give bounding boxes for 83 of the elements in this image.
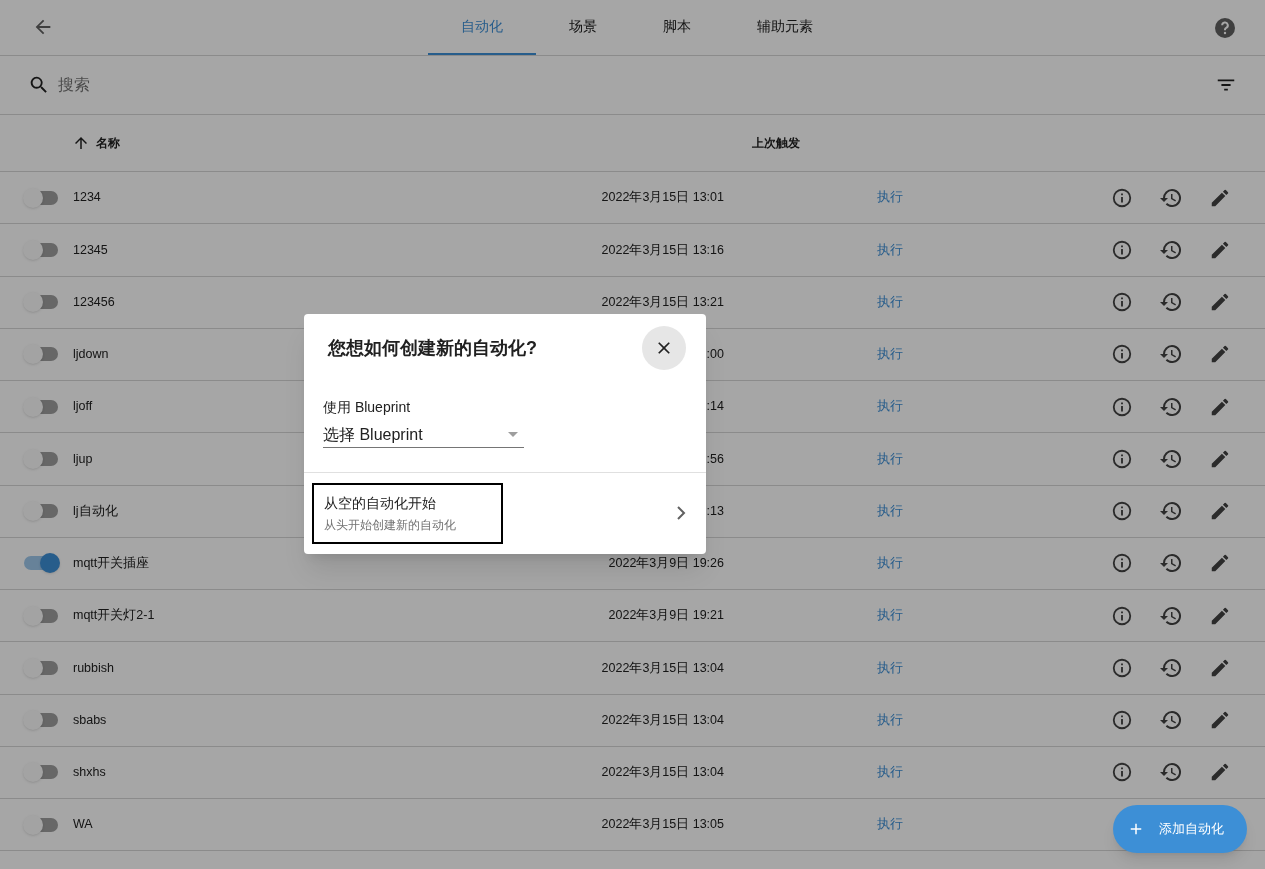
tab[interactable]: 辅助元素 bbox=[724, 0, 846, 55]
automation-name: 12345 bbox=[73, 241, 108, 259]
automation-name: ljup bbox=[73, 450, 93, 468]
last-triggered-time: :13 bbox=[706, 502, 724, 520]
last-triggered-time: 2022年3月15日 13:05 bbox=[601, 816, 724, 834]
info-icon[interactable] bbox=[1111, 343, 1133, 366]
info-icon[interactable] bbox=[1111, 552, 1133, 575]
search-icon bbox=[28, 74, 50, 96]
column-header[interactable]: 上次触发 bbox=[752, 134, 800, 152]
toggle-switch[interactable] bbox=[23, 187, 60, 208]
run-link[interactable]: 执行 bbox=[877, 606, 903, 625]
automation-name: lj自动化 bbox=[73, 502, 118, 520]
run-link[interactable]: 执行 bbox=[877, 501, 903, 521]
info-icon[interactable] bbox=[1111, 656, 1133, 679]
help-icon[interactable] bbox=[1213, 16, 1237, 40]
last-triggered-time: 2022年3月9日 19:26 bbox=[608, 555, 724, 572]
run-link[interactable]: 执行 bbox=[877, 449, 903, 469]
chevron-right-icon bbox=[676, 506, 686, 520]
toggle-switch[interactable] bbox=[23, 344, 60, 365]
tab[interactable]: 自动化 bbox=[428, 0, 536, 55]
info-icon[interactable] bbox=[1111, 395, 1133, 418]
last-triggered-time: :56 bbox=[706, 450, 724, 468]
automation-name: 123456 bbox=[73, 293, 115, 311]
automation-name: mqtt开关灯2-1 bbox=[73, 607, 155, 625]
run-link[interactable]: 执行 bbox=[877, 292, 903, 312]
info-icon[interactable] bbox=[1111, 238, 1133, 261]
dialog-title: 您想如何创建新的自动化? bbox=[328, 336, 537, 360]
info-icon[interactable] bbox=[1111, 186, 1133, 209]
info-icon[interactable] bbox=[1111, 500, 1133, 523]
toggle-switch[interactable] bbox=[23, 710, 60, 731]
info-icon[interactable] bbox=[1111, 291, 1133, 314]
start-option[interactable]: 从空的自动化开始 从头开始创建新的自动化 bbox=[304, 473, 706, 553]
automation-name: 1234 bbox=[73, 189, 101, 207]
automation-name: ljdown bbox=[73, 346, 109, 363]
run-link[interactable]: 执行 bbox=[877, 554, 903, 573]
automation-name: mqtt开关插座 bbox=[73, 555, 150, 572]
automation-name: ljoff bbox=[73, 398, 93, 416]
add-automation-button[interactable]: 添加自动化 bbox=[1113, 805, 1247, 853]
last-triggered-time: :00 bbox=[706, 346, 724, 363]
run-link[interactable]: 执行 bbox=[877, 815, 903, 834]
automation-name: rubbish bbox=[73, 659, 114, 677]
run-link[interactable]: 执行 bbox=[877, 188, 903, 207]
run-link[interactable]: 执行 bbox=[877, 240, 903, 260]
run-link[interactable]: 执行 bbox=[877, 710, 903, 730]
toggle-switch[interactable] bbox=[23, 292, 60, 313]
search-field[interactable]: 搜索 bbox=[58, 73, 1215, 97]
toggle-switch[interactable] bbox=[23, 657, 60, 678]
info-icon[interactable] bbox=[1111, 761, 1133, 784]
tab[interactable]: 场景 bbox=[536, 0, 630, 55]
info-icon[interactable] bbox=[1111, 709, 1133, 732]
automation-name: WA bbox=[73, 816, 93, 834]
last-triggered-time: 2022年3月15日 13:16 bbox=[601, 241, 724, 259]
toggle-switch[interactable] bbox=[23, 239, 60, 260]
tab[interactable]: 脚本 bbox=[630, 0, 724, 55]
toggle-switch[interactable] bbox=[23, 501, 60, 522]
run-link[interactable]: 执行 bbox=[877, 763, 903, 782]
run-link[interactable]: 执行 bbox=[877, 658, 903, 678]
dropdown-caret-icon bbox=[508, 432, 518, 438]
last-triggered-time: 2022年3月9日 19:21 bbox=[608, 607, 724, 625]
toggle-switch[interactable] bbox=[23, 814, 60, 835]
last-triggered-time: 2022年3月15日 13:04 bbox=[601, 764, 724, 781]
last-triggered-time: 2022年3月15日 13:01 bbox=[601, 189, 724, 207]
blueprint-label: 使用 Blueprint bbox=[323, 398, 412, 417]
last-triggered-time: 2022年3月15日 13:21 bbox=[601, 293, 724, 311]
last-triggered-time: :14 bbox=[706, 398, 724, 416]
last-triggered-time: 2022年3月15日 13:04 bbox=[601, 711, 724, 729]
option-title: 从空的自动化开始 bbox=[324, 493, 437, 513]
automation-name: shxhs bbox=[73, 764, 106, 781]
toggle-switch[interactable] bbox=[23, 396, 60, 417]
run-link[interactable]: 执行 bbox=[877, 397, 903, 416]
toggle-switch[interactable] bbox=[23, 762, 60, 783]
column-header[interactable]: 名称 bbox=[96, 134, 120, 152]
info-icon[interactable] bbox=[1111, 604, 1133, 627]
blueprint-select[interactable]: 选择 Blueprint bbox=[323, 423, 524, 448]
toggle-switch[interactable] bbox=[23, 553, 60, 574]
toggle-switch[interactable] bbox=[23, 605, 60, 626]
info-icon[interactable] bbox=[1111, 447, 1133, 470]
last-triggered-time: 2022年3月15日 13:04 bbox=[601, 659, 724, 677]
toggle-switch[interactable] bbox=[23, 448, 60, 469]
close-button[interactable] bbox=[642, 326, 686, 370]
automation-name: sbabs bbox=[73, 711, 107, 729]
option-subtitle: 从头开始创建新的自动化 bbox=[324, 516, 457, 534]
run-link[interactable]: 执行 bbox=[877, 345, 903, 364]
